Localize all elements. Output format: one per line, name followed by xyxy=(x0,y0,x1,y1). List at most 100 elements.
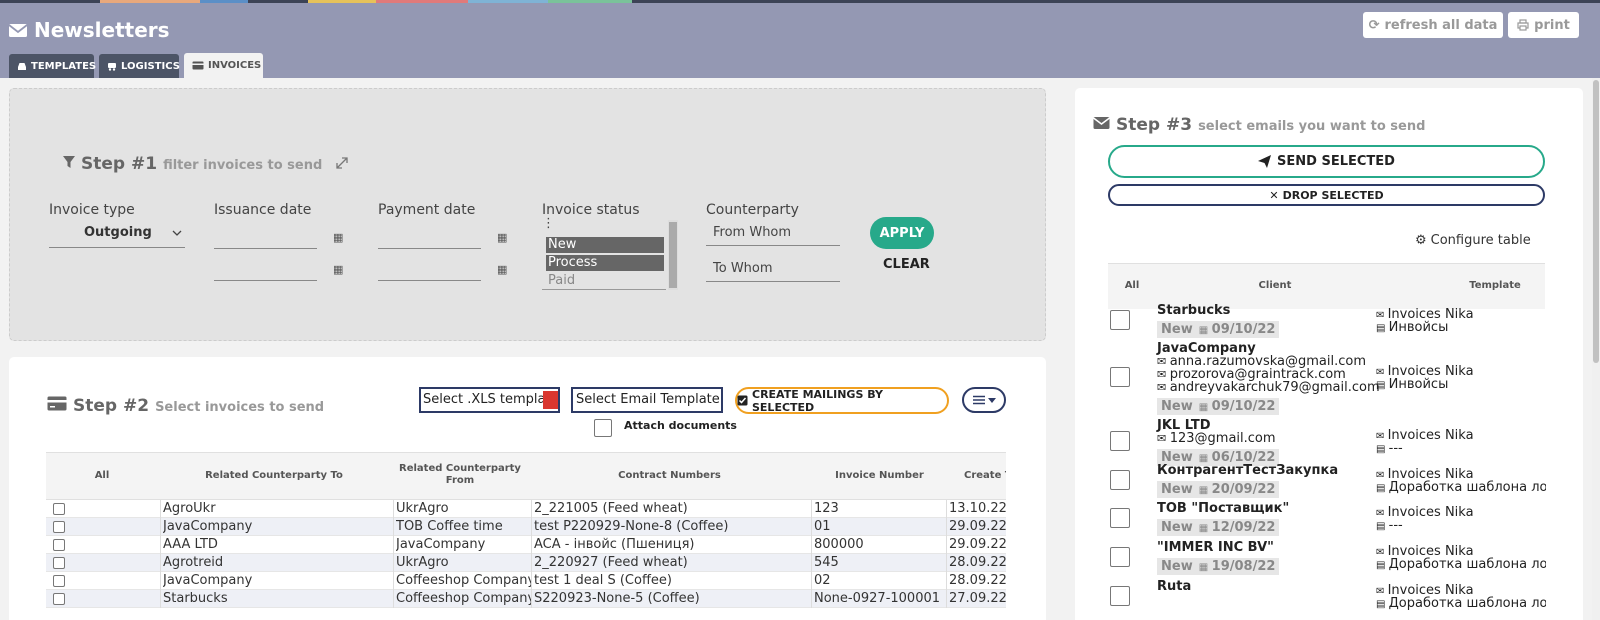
print-button[interactable]: print xyxy=(1508,12,1579,38)
issuance-date-label: Issuance date xyxy=(214,202,312,218)
cell-divider xyxy=(946,518,947,536)
tab-logistics[interactable]: LOGISTICS xyxy=(99,54,180,78)
client-checkbox[interactable] xyxy=(1110,586,1130,606)
caret-down-icon xyxy=(987,397,996,403)
counterparty-from-input[interactable]: From Whom xyxy=(706,220,840,246)
send-selected-button[interactable]: SEND SELECTED xyxy=(1108,145,1545,178)
column-header-invoice-number[interactable]: Invoice Number xyxy=(812,470,947,481)
tab-logistics-label: LOGISTICS xyxy=(121,60,180,72)
client-checkbox[interactable] xyxy=(1110,310,1130,330)
status-badge-label: New xyxy=(1157,398,1197,415)
invoice-type-select[interactable]: Outgoing xyxy=(49,222,185,248)
row-checkbox[interactable] xyxy=(53,539,65,551)
payment-date-to-input[interactable] xyxy=(378,259,481,281)
cell-divider xyxy=(946,590,947,608)
row-checkbox[interactable] xyxy=(53,557,65,569)
inbox-icon xyxy=(17,62,27,71)
file-icon: ▤ xyxy=(1376,521,1389,532)
column-header-all[interactable]: All xyxy=(1108,280,1156,291)
calendar-icon[interactable]: ▦ xyxy=(333,231,343,244)
create-mailings-button[interactable]: CREATE MAILINGS BY SELECTED xyxy=(735,387,949,414)
row-checkbox[interactable] xyxy=(53,503,65,515)
email-template-select[interactable]: Select Email Template xyxy=(571,387,723,413)
tab-invoices[interactable]: INVOICES xyxy=(184,53,263,78)
status-badge: New ▦ 19/08/22 xyxy=(1157,555,1280,575)
remove-icon[interactable] xyxy=(543,391,558,409)
xls-template-select[interactable]: Select .XLS template xyxy=(419,387,560,413)
client-email-text: 123@gmail.com xyxy=(1169,431,1276,446)
status-scrollbar[interactable] xyxy=(668,220,678,290)
cell-created: 27.09.22 1 xyxy=(949,591,1006,606)
page-scrollbar-thumb[interactable] xyxy=(1593,80,1599,363)
refresh-all-data-button[interactable]: ⟳ refresh all data xyxy=(1363,12,1503,38)
columns-menu-button[interactable] xyxy=(962,387,1006,413)
cell-created: 28.09.22 xyxy=(949,573,1006,588)
send-selected-label: SEND SELECTED xyxy=(1277,154,1395,169)
tab-templates[interactable]: TEMPLATES xyxy=(9,54,96,78)
column-header-client[interactable]: Client xyxy=(1215,280,1335,291)
cell-divider xyxy=(946,536,947,554)
client-checkbox[interactable] xyxy=(1110,367,1130,387)
row-checkbox[interactable] xyxy=(53,575,65,587)
filter-icon xyxy=(63,156,75,169)
cell-divider xyxy=(531,500,532,518)
column-header-counterparty-from[interactable]: Related Counterparty From xyxy=(394,463,526,487)
column-header-contract-numbers[interactable]: Contract Numbers xyxy=(532,470,807,481)
drop-selected-button[interactable]: ✕ DROP SELECTED xyxy=(1108,184,1545,206)
cell-divider xyxy=(811,554,812,572)
file-icon: ▤ xyxy=(1376,599,1389,610)
client-checkbox[interactable] xyxy=(1110,547,1130,567)
status-option-new[interactable]: New xyxy=(546,237,664,253)
cell-invoice: 01 xyxy=(814,519,831,534)
configure-table-button[interactable]: ⚙ Configure table xyxy=(1415,233,1531,248)
template-document: ▤ --- xyxy=(1376,518,1546,533)
calendar-icon[interactable]: ▦ xyxy=(497,263,507,276)
apply-button[interactable]: APPLY xyxy=(870,217,934,249)
apply-label: APPLY xyxy=(879,225,925,241)
client-checkbox[interactable] xyxy=(1110,508,1130,528)
status-option-process[interactable]: Process xyxy=(546,255,664,271)
cell-divider xyxy=(946,554,947,572)
payment-date-from-input[interactable] xyxy=(378,226,481,249)
counterparty-to-input[interactable]: To Whom xyxy=(706,256,840,282)
status-badge-label: New xyxy=(1157,519,1197,536)
cell-to: AAA LTD xyxy=(163,537,218,552)
cell-from: UkrAgro xyxy=(396,555,449,570)
column-header-counterparty-to[interactable]: Related Counterparty To xyxy=(161,470,387,481)
counterparty-label: Counterparty xyxy=(706,202,799,218)
calendar-icon[interactable]: ▦ xyxy=(333,263,343,276)
counterparty-to-placeholder: To Whom xyxy=(713,261,773,276)
refresh-icon: ⟳ xyxy=(1368,17,1380,33)
cell-divider xyxy=(946,572,947,590)
row-checkbox[interactable] xyxy=(53,521,65,533)
column-header-create-time[interactable]: Create T xyxy=(947,470,1006,481)
calendar-icon[interactable]: ▦ xyxy=(497,231,507,244)
client-checkbox[interactable] xyxy=(1110,470,1130,490)
cell-divider xyxy=(393,518,394,536)
cell-from: UkrAgro xyxy=(396,501,449,516)
calendar-icon: ▦ xyxy=(1198,485,1212,496)
row-checkbox[interactable] xyxy=(53,593,65,605)
status-option-paid[interactable]: Paid xyxy=(546,273,664,289)
step2-panel: Step #2 Select invoices to send Select .… xyxy=(9,357,1046,620)
invoice-status-listbox[interactable]: New Process Paid xyxy=(542,220,678,290)
column-header-template[interactable]: Template xyxy=(1460,280,1530,291)
attach-documents-checkbox[interactable] xyxy=(594,419,612,437)
client-checkbox[interactable] xyxy=(1110,431,1130,451)
step2-subtitle: Select invoices to send xyxy=(155,400,325,415)
client-name: Ruta xyxy=(1157,579,1192,594)
file-icon: ▤ xyxy=(1376,560,1389,571)
date-text: 09/10/22 xyxy=(1211,399,1276,414)
expand-icon[interactable] xyxy=(336,157,348,169)
cell-divider xyxy=(946,500,947,518)
issuance-date-from-input[interactable] xyxy=(214,226,317,249)
xls-template-value: Select .XLS template xyxy=(423,392,559,407)
issuance-date-to-input[interactable] xyxy=(214,259,317,281)
client-name: "IMMER INC BV" xyxy=(1157,540,1274,555)
file-icon: ▤ xyxy=(1376,444,1389,455)
status-badge: New ▦ 09/10/22 xyxy=(1157,395,1280,415)
clear-button[interactable]: CLEAR xyxy=(883,257,930,272)
credit-card-icon xyxy=(192,61,204,70)
column-header-all[interactable]: All xyxy=(46,470,158,481)
template-document-text: Инвойсы xyxy=(1388,320,1449,335)
